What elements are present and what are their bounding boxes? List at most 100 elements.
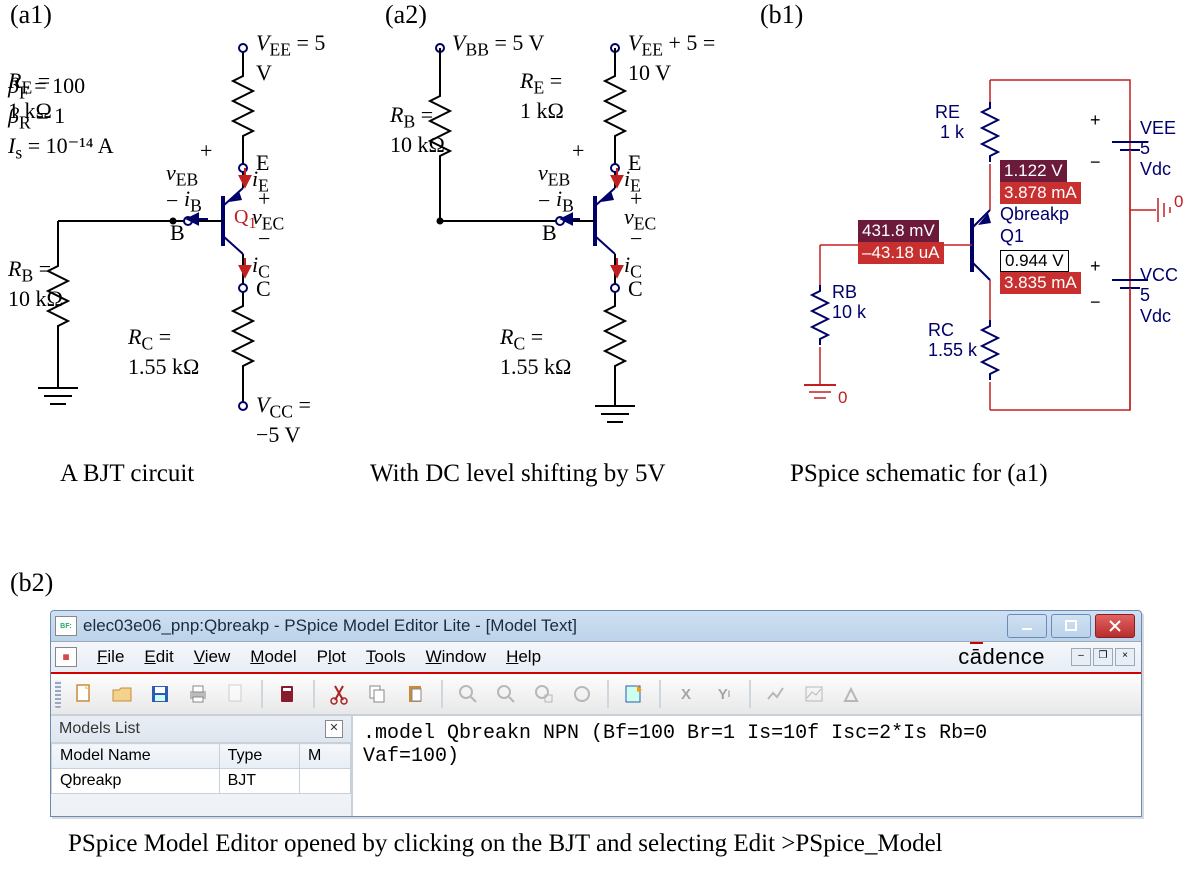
menu-tools[interactable]: Tools [366,647,406,667]
a2-RE: RE = 1 kΩ [520,68,564,124]
b1-RB: RB [832,282,857,303]
zoom-fit-button[interactable] [567,679,597,709]
x-axis-button[interactable]: X [671,679,701,709]
close-button[interactable] [1095,614,1135,638]
b1-VEE-val: 5 Vdc [1140,138,1180,180]
a2-minus-eb: − [538,188,550,214]
a1-plus-eb: + [200,138,212,164]
plot3-button[interactable] [837,679,867,709]
caption-a1: A BJT circuit [60,460,194,488]
a1-Is: Is = 10⁻¹⁴ A [8,133,114,163]
col-m[interactable]: M [300,744,351,769]
maximize-button[interactable] [1051,614,1091,638]
b1-vE: 1.122 V [1000,160,1067,182]
titlebar[interactable]: BF: elec03e06_pnp:Qbreakp - PSpice Model… [51,611,1141,642]
cell-m [300,769,351,794]
b1-iE: 3.878 mA [1000,182,1081,204]
a2-VEE: VEE + 5 = 10 V [628,30,740,86]
toolbar: X YI [51,674,1141,715]
cut-button[interactable] [325,679,355,709]
plot1-button[interactable] [761,679,791,709]
b1-vC: 0.944 V [1000,250,1069,272]
menubar: ▦ File Edit View Model Plot Tools Window… [51,642,1141,674]
pspice-window: BF: elec03e06_pnp:Qbreakp - PSpice Model… [50,610,1142,817]
model-text-editor[interactable]: .model Qbreakn NPN (Bf=100 Br=1 Is=10f I… [353,716,1141,816]
a2-VBB: VBB = 5 V [452,30,544,60]
catalog-button[interactable] [619,679,649,709]
library-button[interactable] [273,679,303,709]
b1-RE: RE [935,102,960,123]
b1-RB-val: 10 k [832,302,866,323]
b1-VEE: VEE [1140,118,1176,139]
print-button[interactable] [183,679,213,709]
a1-iB: iB [184,186,202,216]
caption-b2: PSpice Model Editor opened by clicking o… [68,830,943,858]
menu-window[interactable]: Window [426,647,486,667]
b1-RE-val: 1 k [940,122,964,143]
caption-b1: PSpice schematic for (a1) [790,460,1048,488]
models-list-title: Models List [59,720,140,738]
b1-vB: 431.8 mV [858,220,939,242]
pane-close-button[interactable]: ✕ [325,720,343,738]
brand-cadence: cādence [958,644,1045,670]
b1-iC: 3.835 mA [1000,272,1081,294]
a1-VEE: VEE = 5 V [256,30,338,86]
menu-model[interactable]: Model [250,647,296,667]
a1-RC: RC = 1.55 kΩ [128,324,199,380]
a1-RB: RB = 10 kΩ [8,256,63,312]
minimize-button[interactable] [1007,614,1047,638]
a2-minus-ec: − [630,226,642,252]
a2-C: C [628,276,643,302]
a2-iB: iB [556,186,574,216]
mdi-close-button[interactable]: × [1115,648,1135,666]
menu-help[interactable]: Help [506,647,541,667]
a1-minus-ec: − [258,226,270,252]
plot2-button[interactable] [799,679,829,709]
mdi-minimize-button[interactable]: – [1071,648,1091,666]
cell-type: BJT [219,769,299,794]
copy-button[interactable] [363,679,393,709]
a1-RE: RE = 1 kΩ [8,68,52,124]
panel-label-a2: (a2) [385,0,427,30]
col-type[interactable]: Type [219,744,299,769]
b1-Q: Qbreakp [1000,204,1069,225]
menu-file[interactable]: File [97,647,124,667]
b1-gnd0a: 0 [838,388,847,408]
table-row[interactable]: Qbreakp BJT [52,769,351,794]
toolbar-grip[interactable] [55,680,61,708]
zoom-out-button[interactable] [491,679,521,709]
a2-B: B [542,220,557,246]
b1-Q1: Q1 [1000,226,1024,247]
paste-button[interactable] [401,679,431,709]
zoom-area-button[interactable] [529,679,559,709]
menu-edit[interactable]: Edit [144,647,173,667]
b1-VCC-val: 5 Vdc [1140,285,1180,327]
a1-C: C [256,276,271,302]
y-axis-button[interactable]: YI [709,679,739,709]
b1-gnd0b: 0 [1174,192,1183,212]
b1-VCC: VCC [1140,265,1178,286]
cell-model-name: Qbreakp [52,769,220,794]
a1-minus-eb: − [166,188,178,214]
window-title: elec03e06_pnp:Qbreakp - PSpice Model Edi… [83,616,577,636]
b1-RC-val: 1.55 k [928,340,977,361]
menu-plot[interactable]: Plot [317,647,346,667]
zoom-in-button[interactable] [453,679,483,709]
app-icon: BF: [55,616,77,636]
b1-RC: RC [928,320,954,341]
b1-iB: –43.18 uA [858,242,944,264]
a2-RC: RC = 1.55 kΩ [500,324,571,380]
save-button[interactable] [145,679,175,709]
a1-B: B [170,220,185,246]
a2-RB: RB = 10 kΩ [390,102,445,158]
open-button[interactable] [107,679,137,709]
panel-label-a1: (a1) [10,0,52,30]
page-button[interactable] [221,679,251,709]
col-model-name[interactable]: Model Name [52,744,220,769]
panel-label-b1: (b1) [760,0,803,30]
menu-view[interactable]: View [194,647,231,667]
mdi-restore-button[interactable]: ❐ [1093,648,1113,666]
new-button[interactable] [69,679,99,709]
caption-a2: With DC level shifting by 5V [370,460,666,488]
a1-VCC: VCC = −5 V [256,392,338,448]
